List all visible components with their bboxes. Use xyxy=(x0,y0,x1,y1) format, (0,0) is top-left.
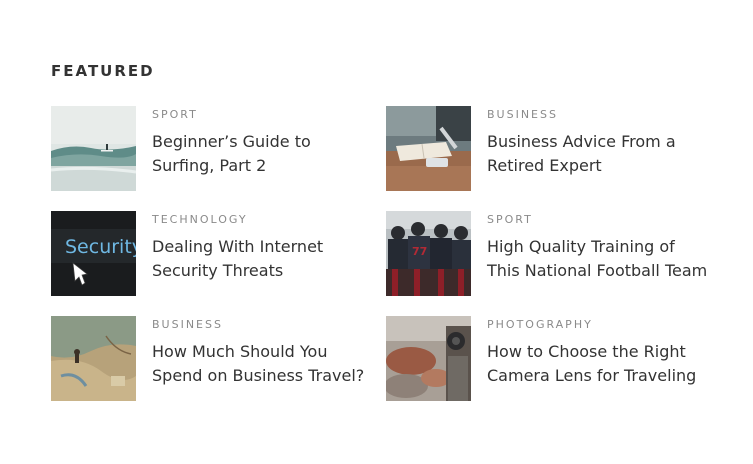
post-category[interactable]: SPORT xyxy=(152,108,198,121)
post-card-security[interactable]: Security TECHNOLOGY Dealing With Interne… xyxy=(51,211,381,297)
post-card-camera-lens[interactable]: PHOTOGRAPHY How to Choose the Right Came… xyxy=(386,316,716,402)
photographer-rocks-photo[interactable] xyxy=(386,316,471,401)
post-category[interactable]: BUSINESS xyxy=(152,318,223,331)
post-title[interactable]: Beginner’s Guide to Surfing, Part 2 xyxy=(152,130,377,178)
post-card-surfing[interactable]: SPORT Beginner’s Guide to Surfing, Part … xyxy=(51,106,381,192)
post-category[interactable]: TECHNOLOGY xyxy=(152,213,248,226)
football-team-photo[interactable]: 77 xyxy=(386,211,471,296)
post-title[interactable]: Business Advice From a Retired Expert xyxy=(487,130,712,178)
jersey-number-image-text: 77 xyxy=(412,245,427,258)
post-title[interactable]: How Much Should You Spend on Business Tr… xyxy=(152,340,377,388)
post-title[interactable]: Dealing With Internet Security Threats xyxy=(152,235,377,283)
post-card-business-advice[interactable]: BUSINESS Business Advice From a Retired … xyxy=(386,106,716,192)
security-screen-photo[interactable]: Security xyxy=(51,211,136,296)
post-category[interactable]: SPORT xyxy=(487,213,533,226)
post-title[interactable]: High Quality Training of This National F… xyxy=(487,235,712,283)
map-travel-photo[interactable] xyxy=(51,316,136,401)
post-title[interactable]: How to Choose the Right Camera Lens for … xyxy=(487,340,712,388)
security-word-image-text: Security xyxy=(65,236,136,258)
post-card-business-travel[interactable]: BUSINESS How Much Should You Spend on Bu… xyxy=(51,316,381,402)
surfing-photo[interactable] xyxy=(51,106,136,191)
post-category[interactable]: BUSINESS xyxy=(487,108,558,121)
post-category[interactable]: PHOTOGRAPHY xyxy=(487,318,593,331)
post-card-football[interactable]: 77 SPORT High Quality Training of This N… xyxy=(386,211,716,297)
section-title: FEATURED xyxy=(51,62,155,80)
desk-notebook-photo[interactable] xyxy=(386,106,471,191)
